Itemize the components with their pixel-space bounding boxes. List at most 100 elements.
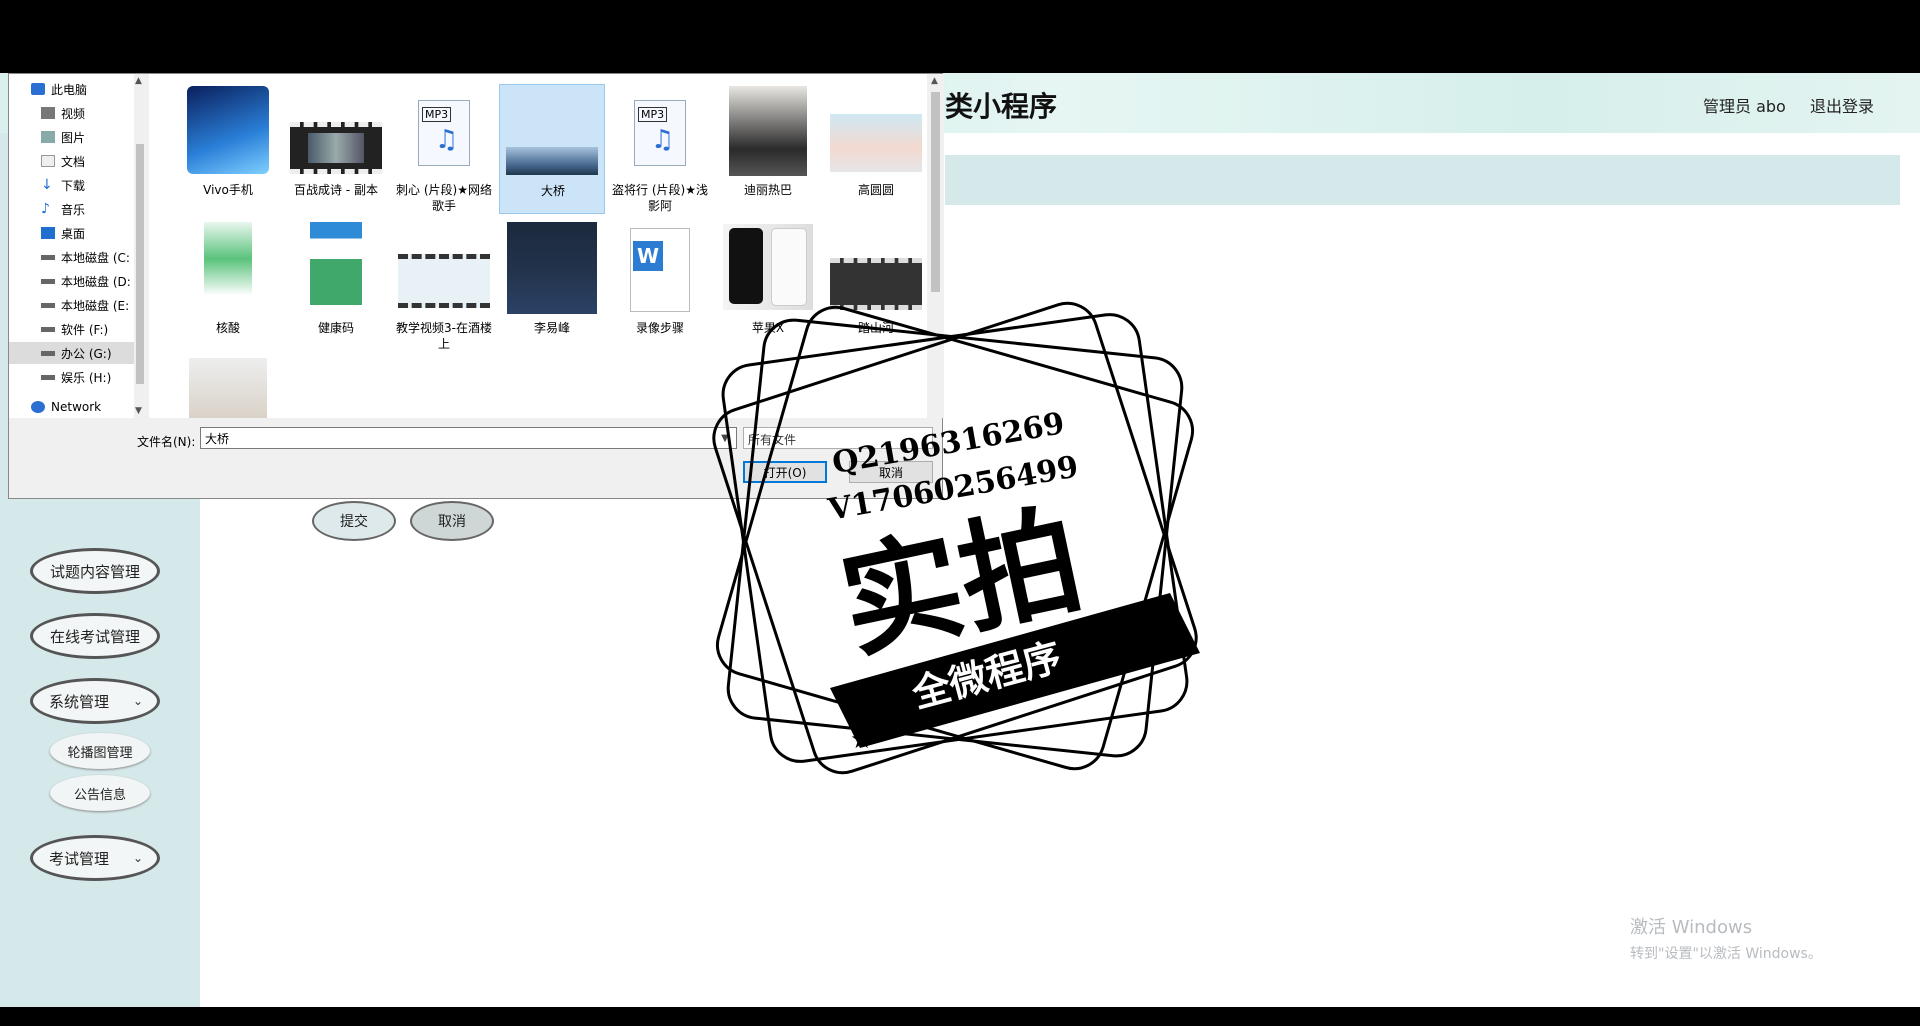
nav-desktop[interactable]: 桌面 xyxy=(41,222,146,244)
download-folder-icon: ↓ xyxy=(41,177,53,193)
nav-label: 本地磁盘 (E: xyxy=(61,298,130,313)
file-label: 高圆圆 xyxy=(857,183,894,197)
music-folder-icon: ♪ xyxy=(41,201,50,217)
chevron-down-icon: ⌄ xyxy=(132,694,143,708)
activation-title: 激活 Windows xyxy=(1630,917,1753,938)
cancel-button[interactable]: 取消 xyxy=(410,501,494,541)
document-folder-icon xyxy=(41,155,55,167)
file-label: 健康码 xyxy=(317,321,354,335)
file-label: 核酸 xyxy=(215,321,240,335)
submenu-label: 轮播图管理 xyxy=(67,745,133,761)
file-item[interactable]: MP3 ♫ 盗将行 (片段)★浅影阿 xyxy=(607,84,713,214)
dialog-cancel-button[interactable]: 取消 xyxy=(849,461,933,483)
file-item[interactable] xyxy=(175,358,281,418)
nav-drive-d[interactable]: 本地磁盘 (D: xyxy=(41,270,146,292)
file-item[interactable]: 高圆圆 xyxy=(823,84,929,214)
admin-user-label: 管理员 abo xyxy=(1703,97,1786,116)
file-label: 踏山河 xyxy=(857,321,894,335)
content-header-band xyxy=(945,155,1900,205)
file-item[interactable]: 百战成诗 - 副本 xyxy=(283,84,389,214)
nav-drive-c[interactable]: 本地磁盘 (C: xyxy=(41,246,146,268)
nav-this-pc[interactable]: 此电脑 xyxy=(31,78,143,100)
file-label: 录像步骤 xyxy=(635,321,684,335)
picture-folder-icon xyxy=(41,131,55,143)
file-thumbnail xyxy=(723,224,813,310)
scroll-thumb[interactable] xyxy=(136,144,144,384)
file-item[interactable]: Vivo手机 xyxy=(175,84,281,214)
file-thumbnail xyxy=(830,258,922,310)
file-thumbnail xyxy=(506,147,598,175)
nav-label: 视频 xyxy=(61,106,86,121)
music-note-icon: ♫ xyxy=(435,125,459,155)
drive-icon xyxy=(41,302,55,308)
menu-online-exam[interactable]: 在线考试管理 xyxy=(30,613,160,659)
drive-icon xyxy=(41,326,55,332)
menu-question-content[interactable]: 试题内容管理 xyxy=(30,548,160,594)
file-item[interactable]: 核酸 xyxy=(175,222,281,352)
file-thumbnail xyxy=(398,254,490,308)
file-thumbnail xyxy=(187,86,269,174)
menu-label: 系统管理 xyxy=(49,692,110,711)
scroll-thumb[interactable] xyxy=(931,92,940,292)
file-type-select[interactable]: 所有文件 xyxy=(743,427,933,449)
submenu-notice[interactable]: 公告信息 xyxy=(50,775,150,811)
nav-label: 本地磁盘 (D: xyxy=(61,274,131,289)
nav-network[interactable]: Network xyxy=(31,396,143,418)
nav-scrollbar[interactable]: ▲ ▼ xyxy=(134,74,146,418)
file-item[interactable]: 迪丽热巴 xyxy=(715,84,821,214)
nav-drive-f[interactable]: 软件 (F:) xyxy=(41,318,146,340)
file-thumbnail xyxy=(830,114,922,172)
scroll-down-icon[interactable]: ▼ xyxy=(135,406,142,416)
file-thumbnail xyxy=(729,86,807,176)
submit-button[interactable]: 提交 xyxy=(312,501,396,541)
mp3-file-icon: MP3 ♫ xyxy=(418,100,470,166)
file-item[interactable]: 教学视频3-在酒楼上 xyxy=(391,222,497,352)
file-item[interactable]: 踏山河 xyxy=(823,222,929,352)
files-scrollbar[interactable]: ▲ xyxy=(927,74,944,418)
file-label: 教学视频3-在酒楼上 xyxy=(396,321,492,351)
nav-music[interactable]: ♪ 音乐 xyxy=(41,198,146,220)
file-label: 大桥 xyxy=(540,184,565,198)
file-item[interactable]: W 录像步骤 xyxy=(607,222,713,352)
activation-subtitle: 转到"设置"以激活 Windows。 xyxy=(1630,946,1822,962)
nav-videos[interactable]: 视频 xyxy=(41,102,146,124)
scroll-up-icon[interactable]: ▲ xyxy=(931,76,938,86)
nav-downloads[interactable]: ↓ 下载 xyxy=(41,174,146,196)
nav-label: 本地磁盘 (C: xyxy=(61,250,130,265)
menu-label: 在线考试管理 xyxy=(49,627,140,646)
nav-drive-g[interactable]: 办公 (G:) xyxy=(9,342,146,364)
nav-label: 此电脑 xyxy=(51,82,88,97)
nav-label: 桌面 xyxy=(61,226,86,241)
file-label: 刺心 (片段)★网络歌手 xyxy=(396,183,492,213)
files-pane: Vivo手机 百战成诗 - 副本 MP3 ♫ 刺心 (片段)★网络歌手 大桥 M… xyxy=(149,74,933,418)
logout-link[interactable]: 退出登录 xyxy=(1810,93,1874,117)
nav-label: 娱乐 (H:) xyxy=(61,370,112,385)
submenu-label: 公告信息 xyxy=(73,787,126,803)
file-thumbnail xyxy=(507,222,597,314)
computer-icon xyxy=(31,83,45,95)
file-item[interactable]: 李易峰 xyxy=(499,222,605,352)
stamp-banner-text: 全微程序 xyxy=(907,635,1066,717)
file-item-selected[interactable]: 大桥 xyxy=(499,84,605,214)
menu-system[interactable]: 系统管理 ⌄ xyxy=(30,678,160,724)
stamp-big-text: 实拍 xyxy=(830,490,1094,676)
music-note-icon: ♫ xyxy=(651,125,675,155)
windows-activation-notice: 激活 Windows 转到"设置"以激活 Windows。 xyxy=(1630,913,1822,963)
scroll-up-icon[interactable]: ▲ xyxy=(135,76,142,86)
menu-exam[interactable]: 考试管理 ⌄ xyxy=(30,835,160,881)
nav-label: 办公 (G:) xyxy=(61,346,112,361)
file-item[interactable]: MP3 ♫ 刺心 (片段)★网络歌手 xyxy=(391,84,497,214)
file-item[interactable]: 健康码 xyxy=(283,222,389,352)
file-item[interactable]: 苹果X xyxy=(715,222,821,352)
chevron-down-icon[interactable]: ▼ xyxy=(714,427,736,449)
nav-pictures[interactable]: 图片 xyxy=(41,126,146,148)
nav-drive-e[interactable]: 本地磁盘 (E: xyxy=(41,294,146,316)
nav-drive-h[interactable]: 娱乐 (H:) xyxy=(41,366,146,388)
nav-documents[interactable]: 文档 xyxy=(41,150,146,172)
submenu-carousel[interactable]: 轮播图管理 xyxy=(50,733,150,769)
app-title: 类小程序 xyxy=(945,90,1058,123)
app-screen: 类小程序 管理员 abo 退出登录 试题内容管理 在线考试管理 系统管理 ⌄ 轮… xyxy=(0,73,1920,1007)
filename-input[interactable]: 大桥 xyxy=(200,427,737,449)
video-folder-icon xyxy=(41,107,55,119)
open-button[interactable]: 打开(O) xyxy=(743,461,827,483)
